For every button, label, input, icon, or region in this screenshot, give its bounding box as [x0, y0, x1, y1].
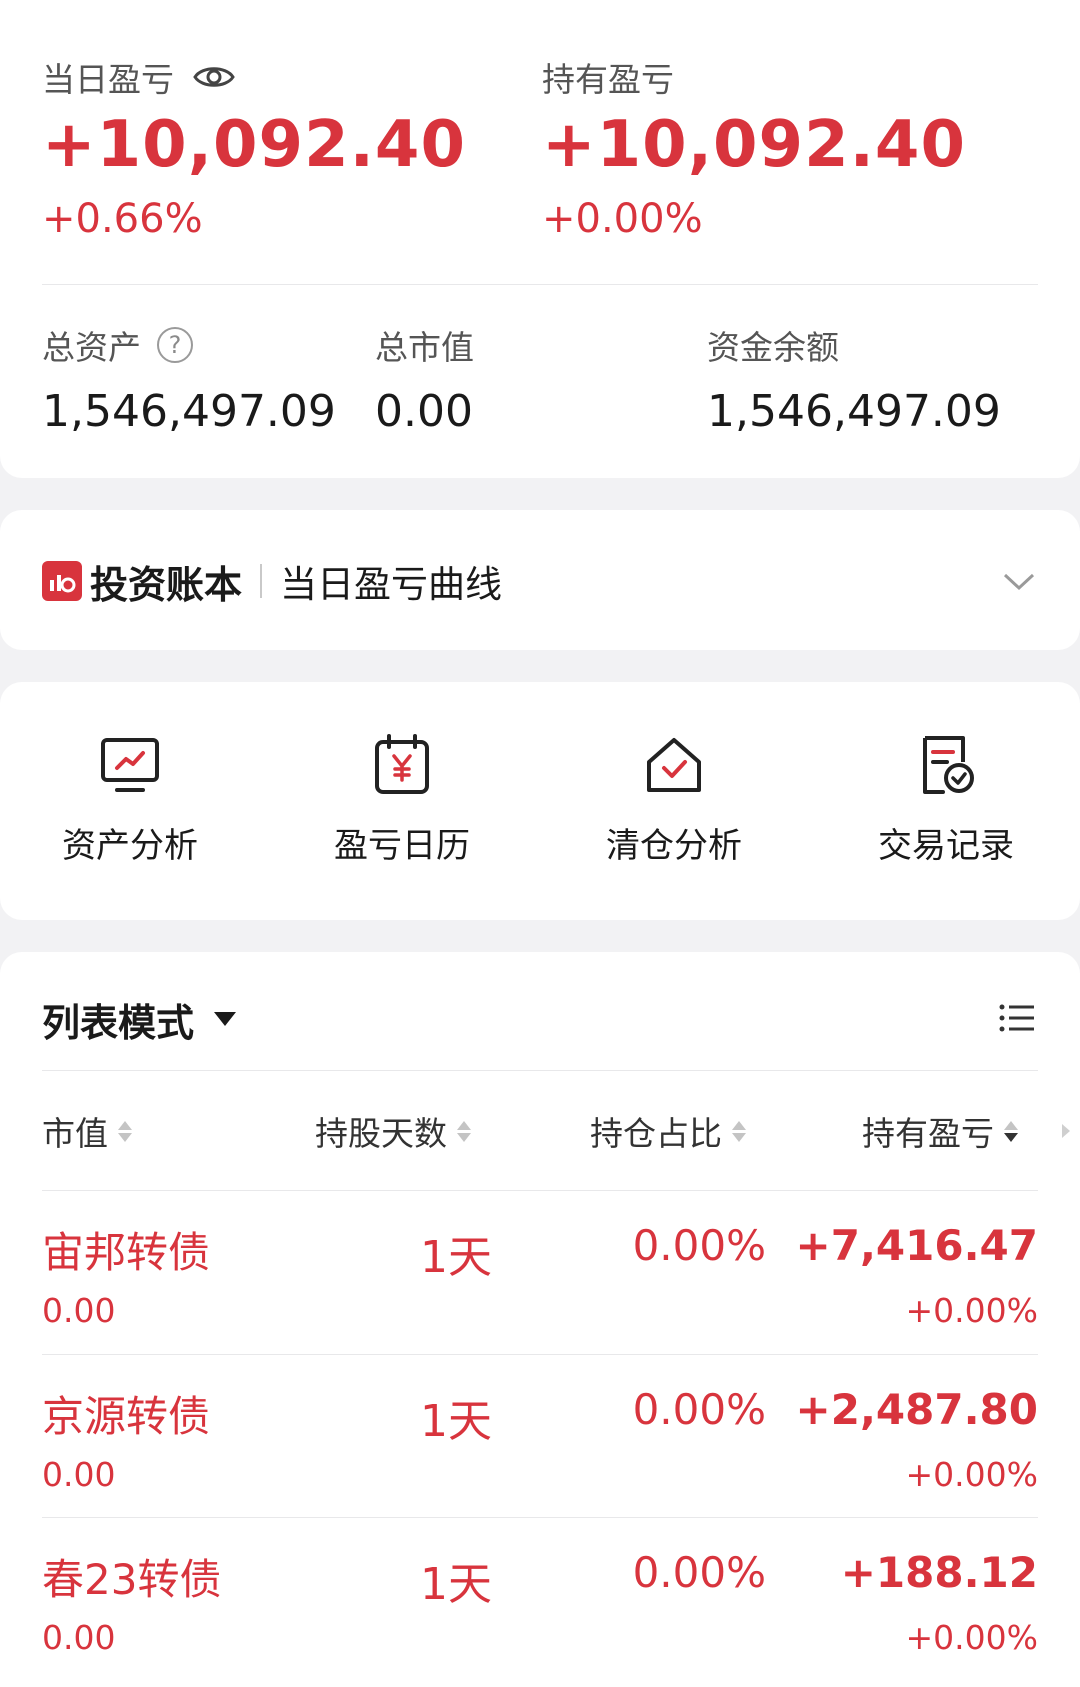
- row-holding-days: 1天: [420, 1396, 492, 1447]
- divider: [42, 1070, 1038, 1071]
- column-header-holding-days[interactable]: 持股天数: [315, 1109, 471, 1153]
- row-holding-pnl-percent: +0.00%: [905, 1618, 1038, 1657]
- tool-label: 清仓分析: [606, 826, 742, 866]
- document-clock-icon: [923, 736, 974, 794]
- cash-balance-value: 1,546,497.09: [707, 386, 1001, 437]
- tool-clearance-analysis[interactable]: 清仓分析: [574, 732, 774, 867]
- daily-pnl-percent: +0.66%: [42, 196, 203, 242]
- house-check-icon: [647, 738, 701, 792]
- tool-asset-analysis[interactable]: 资产分析: [30, 732, 230, 867]
- row-holding-pnl: +7,416.47: [795, 1221, 1038, 1270]
- ledger-brand: 投资账本: [90, 562, 243, 607]
- row-holding-days: 1天: [420, 1232, 492, 1283]
- tool-label: 盈亏日历: [334, 826, 470, 866]
- row-holding-pnl-percent: +0.00%: [905, 1455, 1038, 1494]
- help-icon[interactable]: ?: [157, 327, 193, 363]
- column-label: 持股天数: [315, 1114, 447, 1153]
- tool-pnl-calendar[interactable]: 盈亏日历: [302, 732, 502, 867]
- sort-icon: [118, 1120, 132, 1142]
- column-header-holding-pnl[interactable]: 持有盈亏: [862, 1109, 1018, 1153]
- table-row[interactable]: 春23转债 0.00 1天 0.00% +188.12 +0.00%: [0, 1518, 1080, 1680]
- row-holding-pnl: +2,487.80: [795, 1385, 1038, 1434]
- table-row[interactable]: 京源转债 0.00 1天 0.00% +2,487.80 +0.00%: [0, 1355, 1080, 1517]
- column-label: 市值: [42, 1114, 108, 1153]
- market-value-block: 总市值 0.00: [375, 322, 474, 434]
- column-header-market-value[interactable]: 市值: [42, 1109, 132, 1153]
- list-mode-label: 列表模式: [42, 1000, 195, 1045]
- caret-down-icon: [214, 1012, 237, 1026]
- column-label: 持仓占比: [590, 1114, 722, 1153]
- bond-name: 京源转债: [42, 1392, 211, 1441]
- total-assets-label: 总资产: [42, 328, 141, 367]
- holdings-card: 列表模式 市值 持股天数 持仓占比 持有盈亏 宙邦转债 0.00 1天 0.00…: [0, 952, 1080, 1687]
- cash-balance-label: 资金余额: [707, 328, 839, 367]
- row-position-ratio: 0.00%: [632, 1548, 766, 1597]
- table-row[interactable]: 宙邦转债 0.00 1天 0.00% +7,416.47 +0.00%: [0, 1191, 1080, 1353]
- eye-icon[interactable]: [192, 62, 236, 92]
- tool-label: 交易记录: [878, 826, 1014, 866]
- list-mode-dropdown[interactable]: 列表模式: [42, 992, 237, 1046]
- holding-pnl-block: 持有盈亏 +10,092.40 +0.00%: [542, 55, 966, 239]
- chevron-down-icon[interactable]: [1002, 566, 1036, 596]
- tool-label: 资产分析: [62, 826, 198, 866]
- list-view-icon[interactable]: [998, 1002, 1036, 1034]
- holding-pnl-value: +10,092.40: [542, 108, 966, 182]
- holding-pnl-label: 持有盈亏: [542, 60, 674, 99]
- holding-pnl-percent: +0.00%: [542, 196, 703, 242]
- row-market-value: 0.00: [42, 1618, 116, 1657]
- investment-ledger-card[interactable]: 投资账本 当日盈亏曲线: [0, 510, 1080, 650]
- row-holding-pnl-percent: +0.00%: [905, 1291, 1038, 1330]
- ledger-logo-icon: [42, 561, 82, 601]
- daily-pnl-block: 当日盈亏 +10,092.40 +0.66%: [42, 55, 466, 239]
- row-position-ratio: 0.00%: [632, 1385, 766, 1434]
- column-label: 持有盈亏: [862, 1114, 994, 1153]
- scroll-right-icon[interactable]: [1062, 1124, 1070, 1138]
- monitor-chart-icon: [101, 738, 159, 792]
- sort-icon-active: [1004, 1120, 1018, 1142]
- row-holding-days: 1天: [420, 1559, 492, 1610]
- total-assets-block: 总资产 ? 1,546,497.09: [42, 322, 336, 434]
- row-holding-pnl: +188.12: [840, 1548, 1038, 1597]
- market-value-value: 0.00: [375, 386, 473, 437]
- ledger-subtitle: 当日盈亏曲线: [280, 563, 503, 606]
- total-assets-value: 1,546,497.09: [42, 386, 336, 437]
- cash-balance-block: 资金余额 1,546,497.09: [707, 322, 1001, 434]
- sort-icon: [732, 1120, 746, 1142]
- sort-icon: [457, 1120, 471, 1142]
- tool-trade-records[interactable]: 交易记录: [846, 732, 1046, 867]
- calendar-yen-icon: [375, 734, 429, 794]
- bond-name: 春23转债: [42, 1555, 222, 1604]
- divider: [42, 284, 1038, 285]
- row-position-ratio: 0.00%: [632, 1221, 766, 1270]
- separator: [260, 564, 263, 598]
- market-value-label: 总市值: [375, 328, 474, 367]
- account-summary-card: 当日盈亏 +10,092.40 +0.66% 持有盈亏 +10,092.40 +…: [0, 0, 1080, 478]
- row-market-value: 0.00: [42, 1455, 116, 1494]
- row-market-value: 0.00: [42, 1291, 116, 1330]
- daily-pnl-value: +10,092.40: [42, 108, 466, 182]
- bond-name: 宙邦转债: [42, 1228, 211, 1277]
- column-header-position-ratio[interactable]: 持仓占比: [590, 1109, 746, 1153]
- daily-pnl-label: 当日盈亏: [42, 60, 174, 99]
- tools-card: 资产分析 盈亏日历 清仓分析 交易记录: [0, 682, 1080, 920]
